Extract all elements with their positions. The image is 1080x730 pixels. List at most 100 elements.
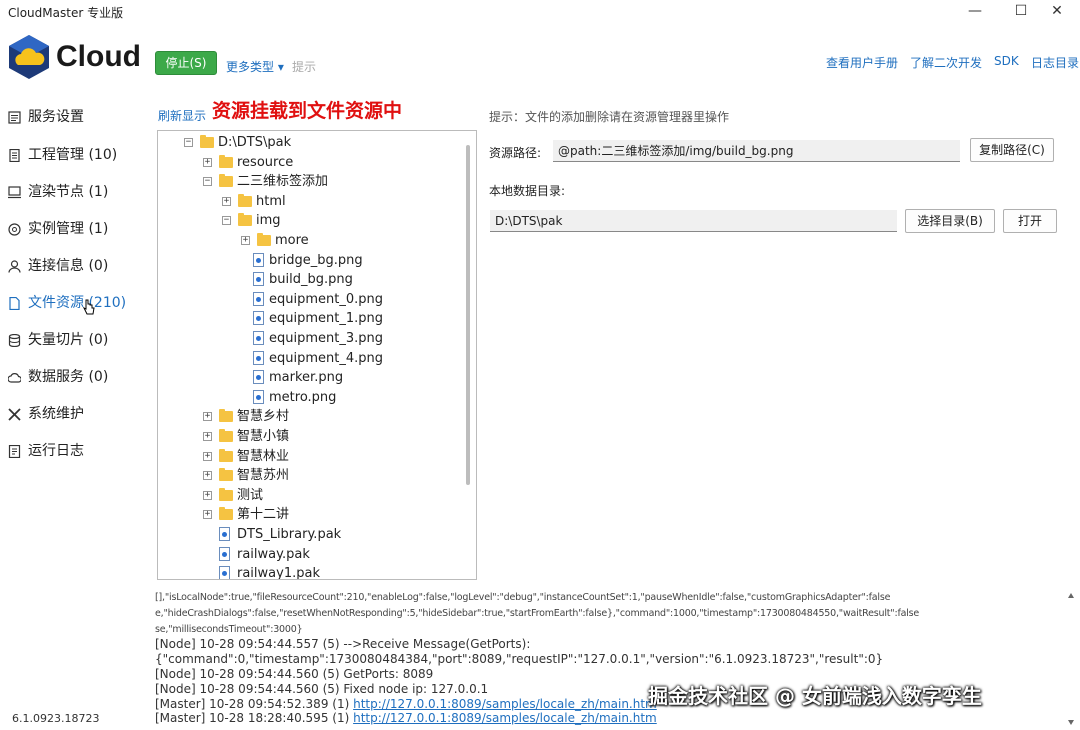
database-icon xyxy=(8,334,21,347)
tree-folder-node[interactable]: + resource xyxy=(158,153,458,172)
sidebar-item-vector-tiles[interactable]: 矢量切片 (0) xyxy=(0,325,150,355)
collapse-icon[interactable]: − xyxy=(222,216,231,226)
tree-node-label: equipment_1.png xyxy=(269,311,383,327)
tree-node-label: bridge_bg.png xyxy=(269,252,363,268)
sidebar-item-label: 实例管理 (1) xyxy=(28,221,109,237)
log-line: [Node] 10-28 09:54:44.557 (5) -->Receive… xyxy=(155,637,531,651)
file-icon xyxy=(219,546,230,561)
tree-folder-node[interactable]: − img xyxy=(158,211,458,230)
open-button[interactable]: 打开 xyxy=(1003,209,1057,233)
expand-icon[interactable]: + xyxy=(241,236,250,245)
minimize-button[interactable]: — xyxy=(952,0,998,24)
resource-path-field[interactable]: @path:二三维标签添加/img/build_bg.png xyxy=(553,140,960,162)
tree-node-label: resource xyxy=(237,154,294,170)
file-icon xyxy=(253,252,264,267)
user-icon xyxy=(8,260,21,273)
file-icon xyxy=(253,389,264,404)
tree-file-node[interactable]: bridge_bg.png xyxy=(158,251,458,270)
sidebar-item-instances[interactable]: 实例管理 (1) xyxy=(0,214,150,244)
sidebar-item-connections[interactable]: 连接信息 (0) xyxy=(0,251,150,281)
local-dir-field[interactable]: D:\DTS\pak xyxy=(490,210,897,232)
folder-icon xyxy=(219,154,233,168)
tree-file-node[interactable]: metro.png xyxy=(158,388,458,407)
tree-folder-node[interactable]: + html xyxy=(158,192,458,211)
stop-button[interactable]: 停止(S) xyxy=(155,51,217,75)
tree-file-node[interactable]: railway.pak xyxy=(158,545,458,564)
log-line: [Node] 10-28 09:54:44.560 (5) Fixed node… xyxy=(155,682,489,696)
tree-file-node[interactable]: equipment_1.png xyxy=(158,309,458,328)
folder-icon xyxy=(219,468,233,482)
tree-node-label: 智慧苏州 xyxy=(237,468,290,484)
collapse-icon[interactable]: − xyxy=(184,138,193,147)
sidebar-item-label: 服务设置 xyxy=(28,109,84,125)
tree-folder-node[interactable]: − 二三维标签添加 xyxy=(158,172,458,191)
folder-icon xyxy=(219,174,233,188)
expand-icon[interactable]: + xyxy=(222,196,231,206)
expand-icon[interactable]: + xyxy=(203,471,212,481)
tree-folder-node[interactable]: + 第十二讲 xyxy=(158,505,458,524)
sidebar-item-service-settings[interactable]: 服务设置 xyxy=(0,102,150,132)
close-button[interactable]: ✕ xyxy=(1034,0,1080,24)
tree-folder-node[interactable]: + more xyxy=(158,231,458,250)
folder-icon xyxy=(219,448,233,462)
log-line: [Master] 10-28 09:54:52.389 (1) http://1… xyxy=(155,697,657,712)
instance-icon xyxy=(8,223,21,236)
expand-icon[interactable]: + xyxy=(203,490,212,500)
tree-folder-node[interactable]: − D:\DTS\pak xyxy=(158,133,458,152)
dev-guide-link[interactable]: 了解二次开发 xyxy=(910,54,982,71)
log-line: [Master] 10-28 18:28:40.595 (1) http://1… xyxy=(155,711,657,726)
expand-icon[interactable]: + xyxy=(203,432,212,441)
sidebar-item-maintenance[interactable]: 系统维护 xyxy=(0,399,150,429)
tree-node-label: 智慧小镇 xyxy=(237,429,290,444)
tree-file-node[interactable]: build_bg.png xyxy=(158,270,458,289)
tree-file-node[interactable]: equipment_4.png xyxy=(158,349,458,368)
log-line: se,"millisecondsTimeout":3000} xyxy=(155,624,303,635)
tree-file-node[interactable]: railway1.pak xyxy=(158,564,458,579)
refresh-link[interactable]: 刷新显示 xyxy=(158,107,206,124)
monitor-icon xyxy=(8,186,21,199)
tree-node-label: equipment_3.png xyxy=(269,331,383,346)
tree-node-label: 第十二讲 xyxy=(237,507,290,523)
file-icon xyxy=(253,350,264,365)
sidebar-item-data-services[interactable]: 数据服务 (0) xyxy=(0,362,150,392)
cloud-logo-icon xyxy=(9,35,49,79)
sdk-link[interactable]: SDK xyxy=(994,54,1019,68)
file-icon xyxy=(253,272,264,287)
folder-icon xyxy=(257,233,271,246)
tree-node-label: more xyxy=(275,233,309,248)
collapse-icon[interactable]: − xyxy=(203,177,212,187)
file-icon xyxy=(253,291,264,306)
tree-file-node[interactable]: marker.png xyxy=(158,368,458,387)
log-line: e,"hideCrashDialogs":false,"resetWhenNot… xyxy=(155,608,920,619)
tree-file-node[interactable]: equipment_3.png xyxy=(158,329,458,348)
tree-folder-node[interactable]: + 测试 xyxy=(158,486,458,505)
log-icon xyxy=(8,445,21,458)
tree-folder-node[interactable]: + 智慧乡村 xyxy=(158,407,458,426)
expand-icon[interactable]: + xyxy=(203,451,212,461)
log-dir-link[interactable]: 日志目录 xyxy=(1031,54,1079,71)
expand-icon[interactable]: + xyxy=(203,157,212,167)
tree-folder-node[interactable]: + 智慧苏州 xyxy=(158,466,458,485)
sidebar-item-file-resources[interactable]: 文件资源 (210) xyxy=(0,288,150,318)
title-bar: CloudMaster 专业版 — ☐ ✕ xyxy=(0,0,1080,24)
tree-file-node[interactable]: DTS_Library.pak xyxy=(158,525,458,544)
sidebar-item-projects[interactable]: 工程管理 (10) xyxy=(0,140,150,170)
copy-path-button[interactable]: 复制路径(C) xyxy=(970,138,1054,162)
sidebar-item-render-nodes[interactable]: 渲染节点 (1) xyxy=(0,177,150,207)
sidebar-item-label: 运行日志 xyxy=(28,443,84,459)
more-types-dropdown[interactable]: 更多类型 ▾ xyxy=(226,58,284,75)
log-link[interactable]: http://127.0.0.1:8089/samples/locale_zh/… xyxy=(353,697,657,711)
user-manual-link[interactable]: 查看用户手册 xyxy=(826,54,898,71)
tree-folder-node[interactable]: + 智慧林业 xyxy=(158,447,458,466)
log-line: [Node] 10-28 09:54:44.560 (5) GetPorts: … xyxy=(155,667,434,681)
file-tree[interactable]: − D:\DTS\pak + resource − 二三维标签添加 + html − img + mo… xyxy=(157,130,477,580)
expand-icon[interactable]: + xyxy=(203,412,212,422)
expand-icon[interactable]: + xyxy=(203,510,212,520)
choose-dir-button[interactable]: 选择目录(B) xyxy=(905,209,995,233)
log-scrollbar[interactable] xyxy=(1067,592,1075,726)
sidebar-item-run-log[interactable]: 运行日志 xyxy=(0,436,150,466)
tree-file-node[interactable]: equipment_0.png xyxy=(158,290,458,309)
tree-scrollbar[interactable] xyxy=(466,145,470,485)
tree-folder-node[interactable]: + 智慧小镇 xyxy=(158,427,458,446)
log-link[interactable]: http://127.0.0.1:8089/samples/locale_zh/… xyxy=(353,711,657,725)
